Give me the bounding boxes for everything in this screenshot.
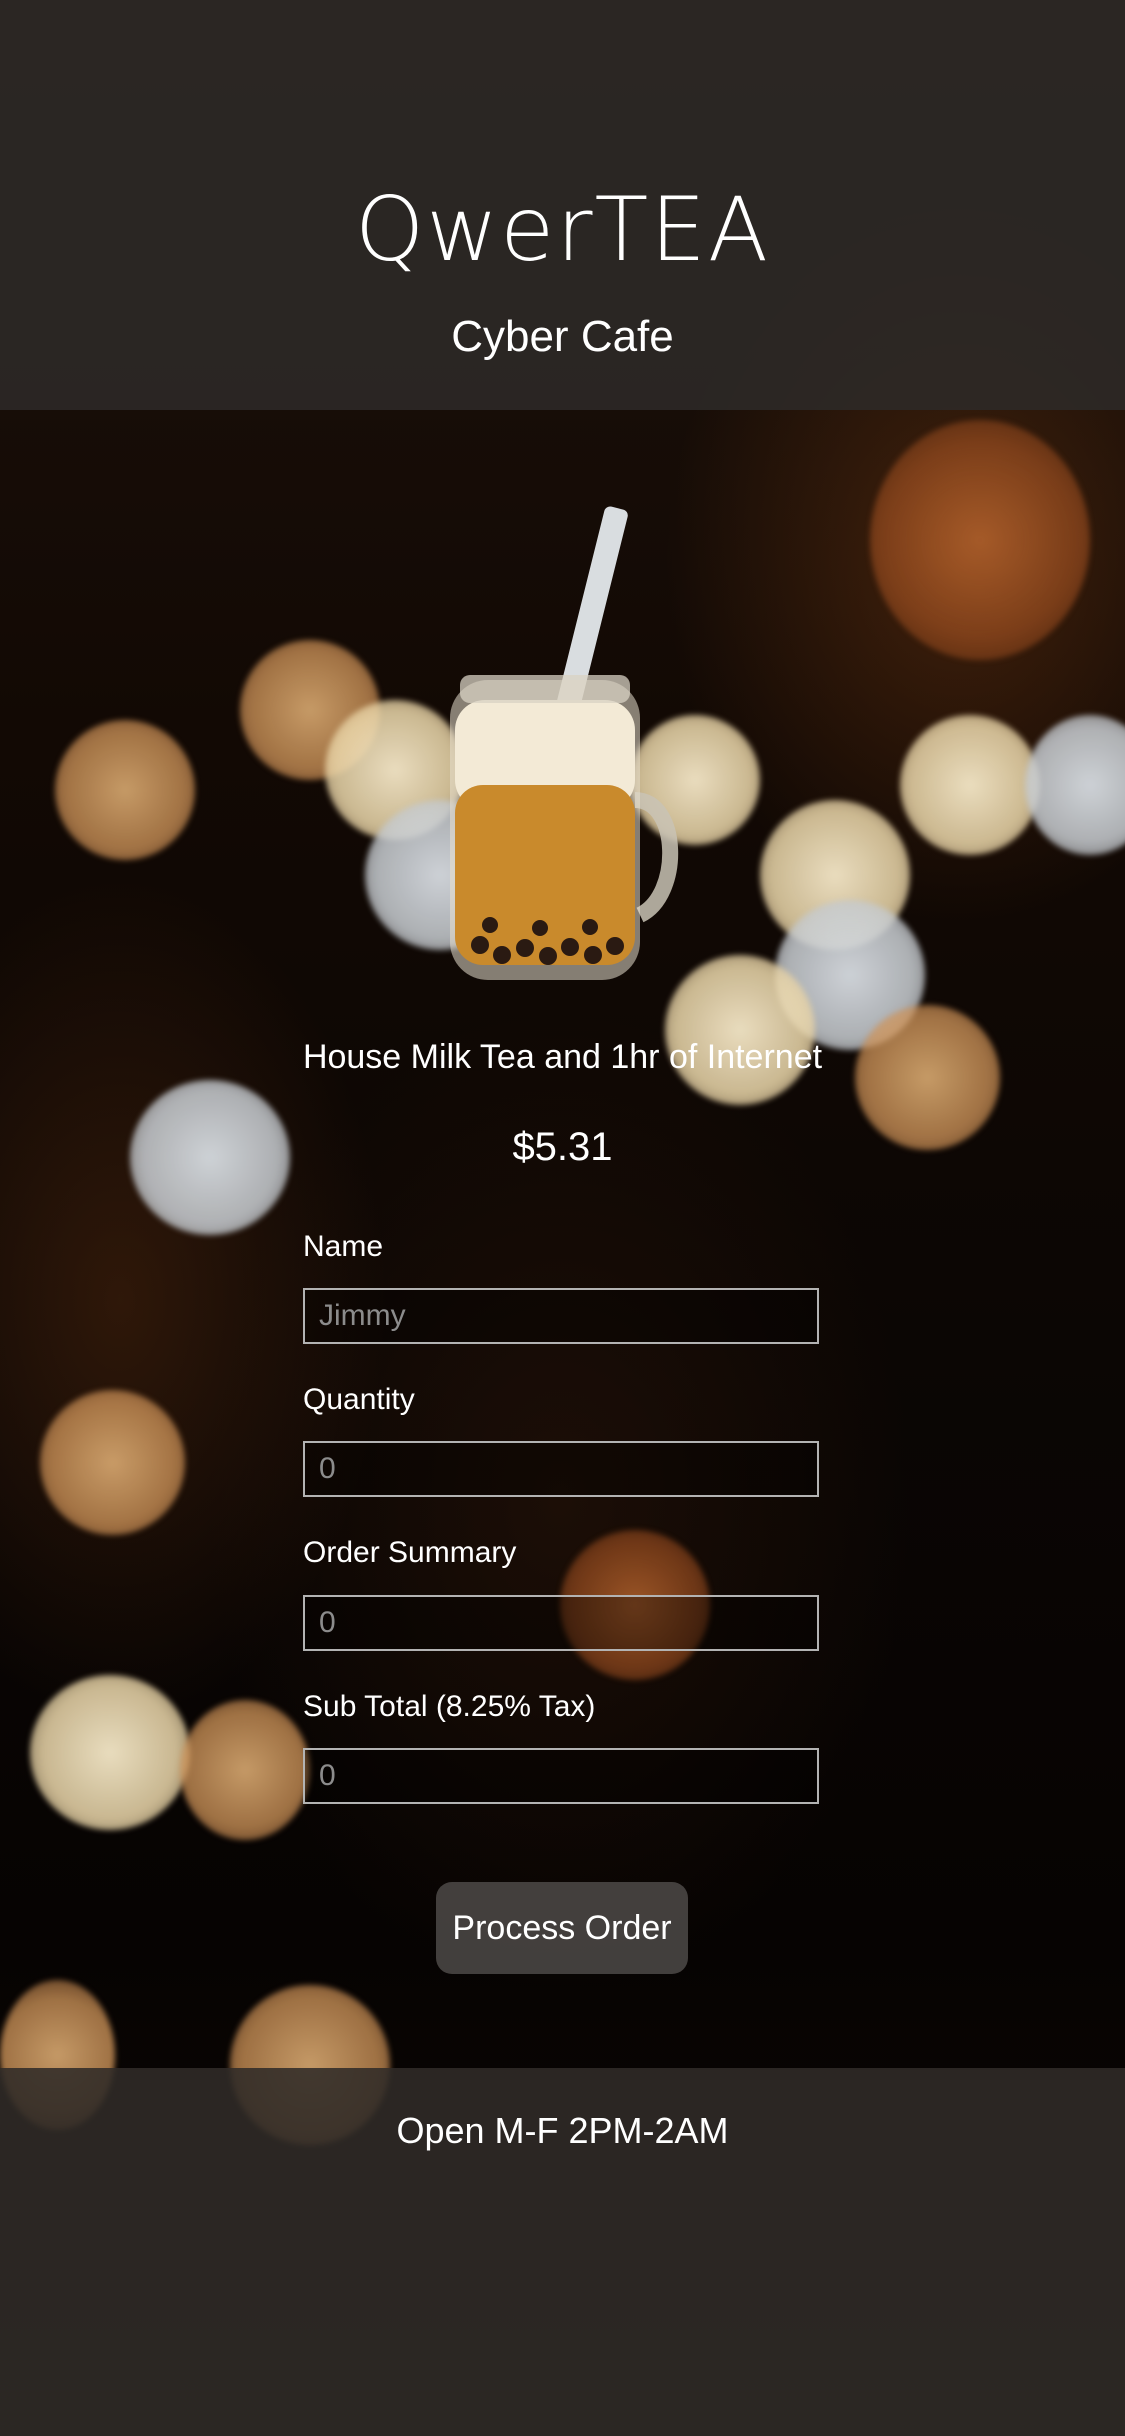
jar-rim-shape xyxy=(460,675,630,703)
process-order-button[interactable]: Process Order xyxy=(436,1882,688,1974)
product-price: $5.31 xyxy=(512,1125,613,1169)
name-field[interactable] xyxy=(303,1288,819,1344)
name-label: Name xyxy=(303,1230,384,1263)
brand-title: QwerTEA xyxy=(354,178,771,281)
site-header: QwerTEA Cyber Cafe xyxy=(0,0,1125,410)
order-summary-label: Order Summary xyxy=(303,1536,517,1569)
quantity-label: Quantity xyxy=(303,1383,415,1416)
milk-tea-jar-icon xyxy=(450,506,679,980)
order-summary-field[interactable] xyxy=(303,1595,819,1651)
jar-handle-shape xyxy=(633,792,679,923)
brand-subtitle: Cyber Cafe xyxy=(451,312,674,361)
product-name: House Milk Tea and 1hr of Internet xyxy=(302,1038,823,1076)
sub-total-field[interactable] xyxy=(303,1748,819,1804)
opening-hours: Open M-F 2PM-2AM xyxy=(396,2110,729,2151)
quantity-field[interactable] xyxy=(303,1441,819,1497)
site-footer: Open M-F 2PM-2AM xyxy=(0,2068,1125,2436)
sub-total-label: Sub Total (8.25% Tax) xyxy=(303,1690,596,1723)
